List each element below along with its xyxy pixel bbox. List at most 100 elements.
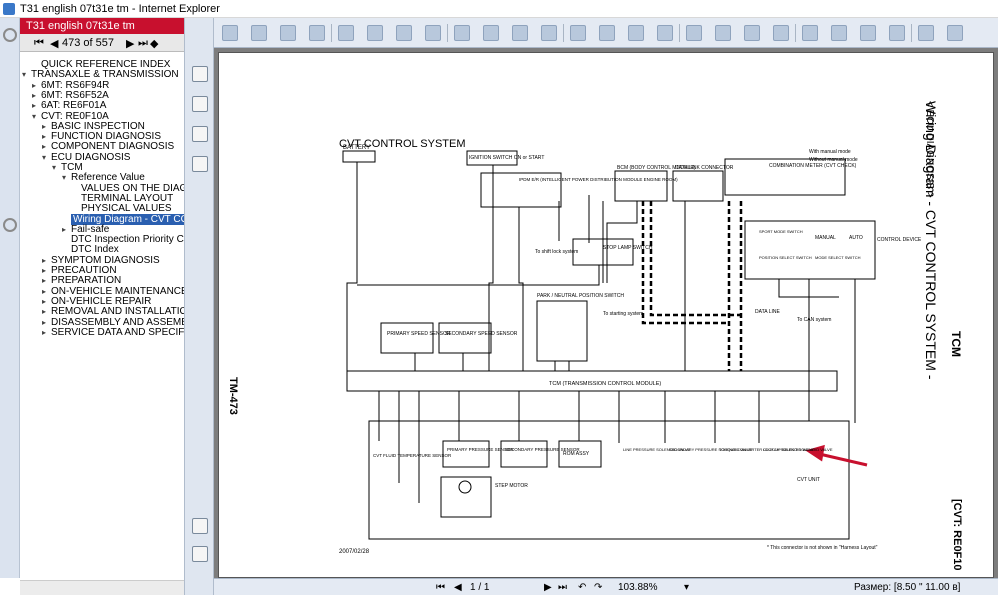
- tree-horizontal-scrollbar[interactable]: [20, 580, 184, 595]
- undo-icon[interactable]: [338, 25, 354, 41]
- tree-toggle-icon[interactable]: ▸: [42, 297, 51, 307]
- lbl-tcm: TCM (TRANSMISSION CONTROL MODULE): [549, 381, 661, 387]
- lbl-control-device: CONTROL DEVICE: [877, 237, 922, 243]
- tree-toggle-icon[interactable]: ▸: [32, 81, 41, 91]
- tree-toggle-icon[interactable]: ▸: [42, 307, 51, 317]
- clip-icon[interactable]: [192, 546, 208, 562]
- lbl-ipdm: IPDM E/R (INTELLIGENT POWER DISTRIBUTION…: [519, 177, 678, 182]
- toolbar-separator: [911, 24, 912, 42]
- lock-icon[interactable]: [918, 25, 934, 41]
- tree-toggle-icon[interactable]: ▸: [42, 328, 51, 338]
- lbl-can: To CAN system: [797, 317, 831, 323]
- lbl-pnp: PARK / NEUTRAL POSITION SWITCH: [537, 293, 624, 299]
- attachment-icon[interactable]: [192, 518, 208, 534]
- save-icon[interactable]: [222, 25, 238, 41]
- first-page-button[interactable]: ⏮: [436, 582, 445, 593]
- clip-icon[interactable]: [860, 25, 876, 41]
- fit-width-icon[interactable]: [454, 25, 470, 41]
- zoom-in-icon[interactable]: [396, 25, 412, 41]
- shape-icon[interactable]: [744, 25, 760, 41]
- tree-toggle-icon[interactable]: ▸: [62, 225, 71, 235]
- pager: ⏮ ◀ 473 of 557 ▶ ⏭ ◆: [20, 34, 184, 52]
- fit-page-icon[interactable]: [425, 25, 441, 41]
- thumbnails-icon[interactable]: [192, 66, 208, 82]
- status-bar: ⏮ ◀ 1 / 1 ▶ ⏭ ↶ ↷ 103.88% ▾ Размер: [8.5…: [214, 578, 998, 595]
- tree-item-label: SERVICE DATA AND SPECIFIC: [51, 326, 184, 338]
- stamp-icon[interactable]: [192, 156, 208, 172]
- tree-toggle-icon[interactable]: ▸: [42, 266, 51, 276]
- pages-icon[interactable]: [192, 96, 208, 112]
- lbl-lockup-sol: LOCK-UP SELECT SOLENOID VALVE: [763, 447, 833, 452]
- pencil-icon[interactable]: [831, 25, 847, 41]
- logo-icon-lower: [3, 218, 17, 232]
- zoom-out-minus-icon[interactable]: [483, 25, 499, 41]
- next-page-icon[interactable]: ▶: [126, 37, 134, 50]
- zoom-level[interactable]: 103.88%: [618, 582, 657, 593]
- prev-page-icon[interactable]: ◀: [50, 37, 58, 50]
- redo-icon[interactable]: [367, 25, 383, 41]
- tree-toggle-icon[interactable]: ▸: [42, 142, 51, 152]
- lbl-cvt-unit: CVT UNIT: [797, 477, 820, 483]
- tree-toggle-icon[interactable]: ▸: [42, 318, 51, 328]
- tree-toggle-icon[interactable]: ▸: [42, 122, 51, 132]
- prev-icon[interactable]: [280, 25, 296, 41]
- tree-toggle-icon[interactable]: ▸: [32, 91, 41, 101]
- tree-toggle-icon[interactable]: ▸: [32, 101, 41, 111]
- side-toolbar: [184, 18, 214, 595]
- legend-with-manual: With manual mode: [809, 149, 851, 155]
- first-page-icon[interactable]: ⏮: [34, 37, 44, 50]
- window-title-bar: T31 english 07t31e tm - Internet Explore…: [0, 0, 998, 18]
- secondary-pressure-box: [500, 440, 548, 468]
- tree-toggle-icon[interactable]: ▾: [62, 173, 71, 183]
- tree-toggle-icon[interactable]: ▾: [42, 153, 51, 163]
- arrow-icon[interactable]: [657, 25, 673, 41]
- forward-button[interactable]: ↷: [594, 582, 602, 593]
- brand-strip: [0, 18, 20, 578]
- tree-toggle-icon[interactable]: ▾: [32, 112, 41, 122]
- step-motor-box: [440, 476, 492, 518]
- tree-toggle-icon[interactable]: ▸: [42, 287, 51, 297]
- last-page-icon[interactable]: ⏭: [138, 37, 148, 50]
- tree-toggle-icon[interactable]: ▸: [42, 276, 51, 286]
- text-icon[interactable]: [802, 25, 818, 41]
- lbl-fluid-temp: CVT FLUID TEMPERATURE SENSOR: [373, 453, 452, 458]
- circle-icon[interactable]: [773, 25, 789, 41]
- page-number[interactable]: 1 / 1: [470, 582, 489, 593]
- zoom-dropdown-icon[interactable]: ▾: [684, 582, 689, 593]
- snapshot-icon[interactable]: [541, 25, 557, 41]
- zoom-plus-icon[interactable]: [512, 25, 528, 41]
- tree-toggle-icon[interactable]: ▸: [42, 132, 51, 142]
- settings-icon[interactable]: [947, 25, 963, 41]
- toolbar-separator: [795, 24, 796, 42]
- toc-tree: QUICK REFERENCE INDEX ▾ TRANSAXLE & TRANSM…: [20, 52, 184, 579]
- last-page-button[interactable]: ⏭: [558, 582, 567, 593]
- hand-icon[interactable]: [599, 25, 615, 41]
- tree-toggle-icon[interactable]: ▾: [52, 163, 61, 173]
- tree-toggle-icon[interactable]: ▾: [22, 70, 31, 80]
- next-page-button[interactable]: ▶: [544, 582, 552, 593]
- tree-item[interactable]: ▸ SERVICE DATA AND SPECIFIC: [42, 326, 184, 339]
- page-code: TM-473: [227, 377, 239, 415]
- tree-toggle-icon[interactable]: ▸: [42, 256, 51, 266]
- lbl-mode: MODE SELECT SWITCH: [815, 255, 861, 260]
- lbl-primary-speed: PRIMARY SPEED SENSOR: [387, 331, 451, 337]
- notes-icon[interactable]: [192, 126, 208, 142]
- window-title: T31 english 07t31e tm - Internet Explore…: [20, 3, 220, 15]
- highlight-icon[interactable]: [686, 25, 702, 41]
- lbl-rom: ROM ASSY: [563, 451, 590, 457]
- print-icon[interactable]: [251, 25, 267, 41]
- back-button[interactable]: ↶: [578, 582, 586, 593]
- bookmark-icon[interactable]: ◆: [150, 37, 158, 50]
- image-icon[interactable]: [715, 25, 731, 41]
- measure-icon[interactable]: [889, 25, 905, 41]
- lbl-stop-lamp: STOP LAMP SWITCH: [603, 245, 653, 251]
- model-label: [CVT: RE0F10: [951, 499, 963, 571]
- next-icon[interactable]: [309, 25, 325, 41]
- pnp-box: [536, 300, 588, 362]
- lbl-dlc: DATA LINK CONNECTOR: [675, 165, 734, 171]
- text-select-icon[interactable]: [628, 25, 644, 41]
- lbl-step-motor: STEP MOTOR: [495, 483, 528, 489]
- prev-page-button[interactable]: ◀: [454, 582, 462, 593]
- rotate-icon[interactable]: [570, 25, 586, 41]
- lbl-auto: AUTO: [849, 235, 863, 241]
